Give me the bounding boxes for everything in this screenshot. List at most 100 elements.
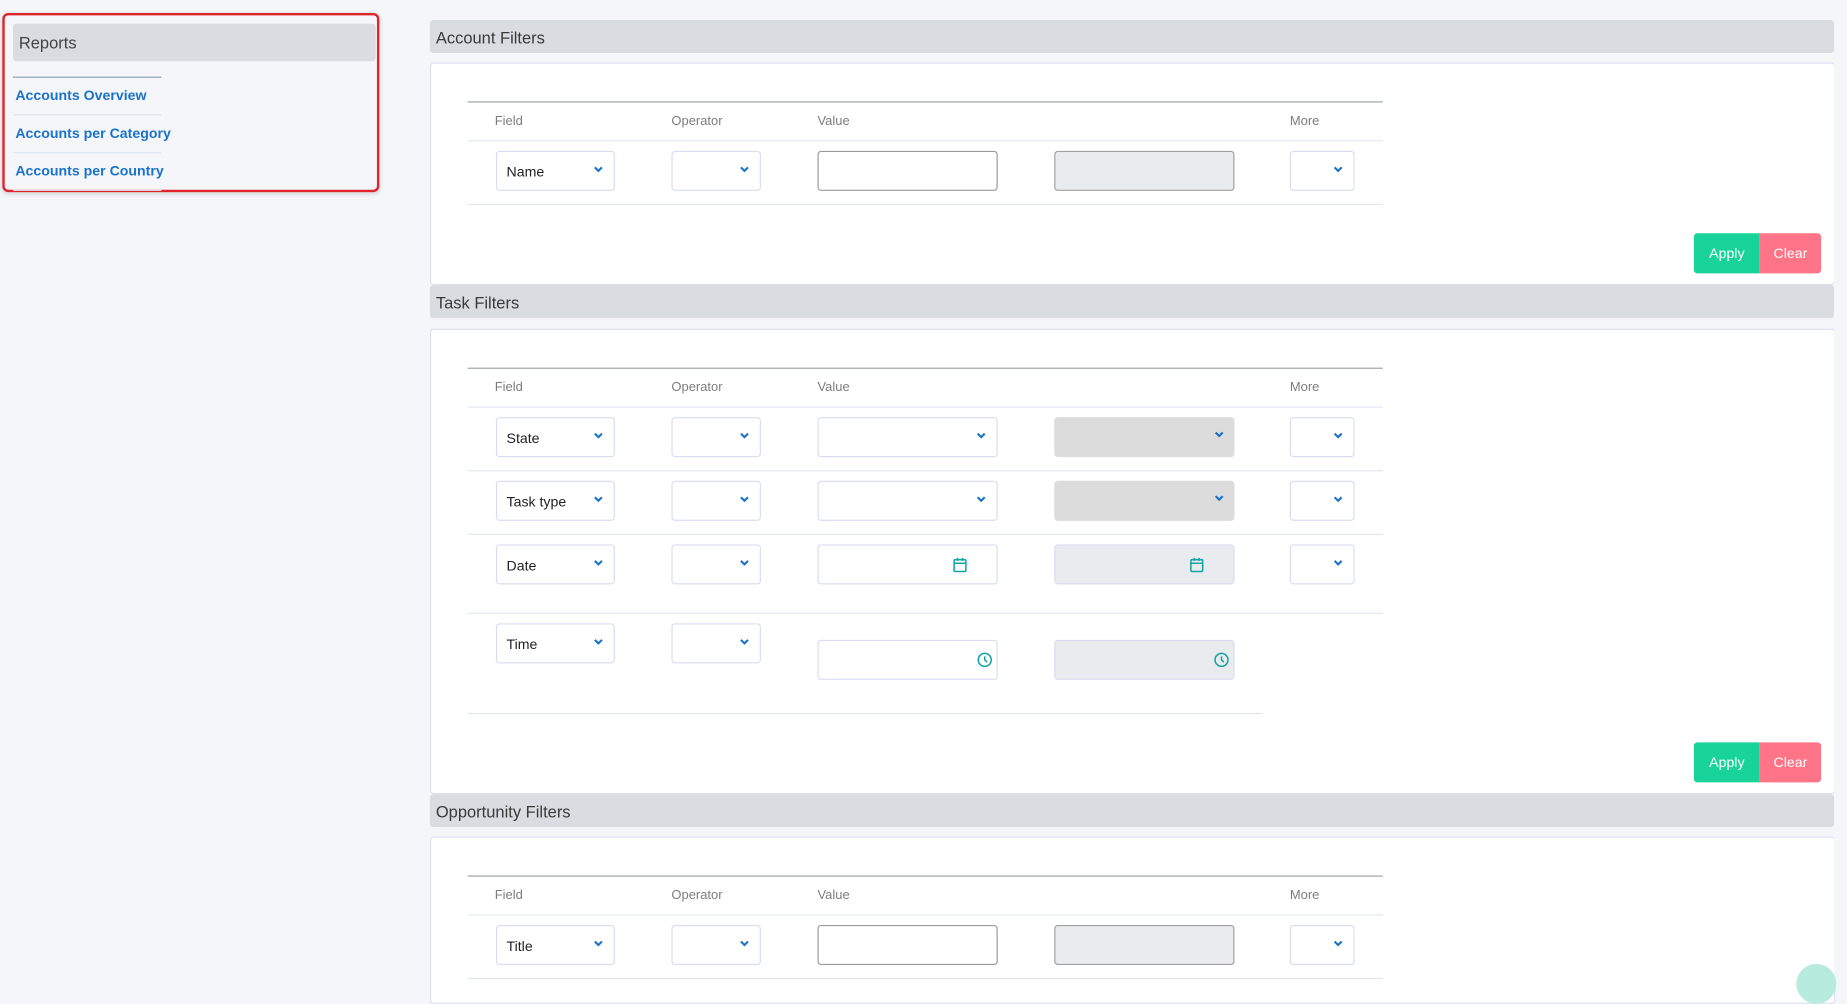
chevron-down-icon [1214, 431, 1224, 438]
chevron-down-icon [594, 560, 603, 566]
chevron-down-icon [1214, 495, 1224, 502]
time2-input-disabled [1054, 639, 1235, 680]
col-more: More [1289, 114, 1320, 129]
filter-row: Title [467, 916, 1383, 980]
account-apply-button[interactable]: Apply [1693, 233, 1760, 274]
chevron-down-icon [1333, 432, 1343, 439]
operator-select[interactable] [671, 544, 761, 585]
chevron-down-icon [740, 496, 749, 503]
page: Reports Accounts Overview Accounts per C… [0, 0, 1847, 1004]
field-select[interactable]: Task type [495, 480, 615, 521]
chevron-down-icon [594, 432, 603, 439]
account-filters-title: Account Filters [435, 28, 545, 48]
col-operator: Operator [671, 888, 723, 903]
field-select[interactable]: Time [495, 623, 615, 664]
more-select[interactable] [1289, 417, 1355, 458]
value2-select-disabled [1054, 480, 1235, 521]
col-field: Field [494, 888, 523, 903]
operator-select[interactable] [671, 480, 761, 521]
col-field: Field [494, 380, 523, 395]
chevron-down-icon [1333, 560, 1343, 566]
chevron-down-icon [740, 560, 749, 566]
more-select[interactable] [1289, 924, 1355, 966]
operator-select[interactable] [671, 623, 761, 664]
chevron-down-icon [740, 432, 749, 439]
clock-icon [1214, 652, 1229, 668]
calendar-icon [1190, 557, 1204, 573]
operator-select[interactable] [671, 417, 761, 458]
col-field: Field [494, 114, 523, 129]
col-value: Value [817, 888, 850, 903]
sidebar-link-accounts-per-category[interactable]: Accounts per Category [12, 115, 171, 154]
reports-sidebar: Reports Accounts Overview Accounts per C… [2, 12, 380, 193]
col-value: Value [817, 380, 850, 395]
sidebar-header: Reports [12, 23, 376, 62]
col-value: Value [817, 114, 850, 129]
calendar-icon[interactable] [952, 556, 968, 573]
col-operator: Operator [671, 380, 723, 395]
value-input[interactable] [817, 150, 998, 191]
chevron-down-icon [594, 639, 603, 645]
col-more: More [1289, 888, 1320, 903]
account-filter-table: Field Operator Value More Name [467, 101, 1383, 206]
operator-select[interactable] [671, 924, 761, 966]
chevron-down-icon [1333, 496, 1343, 503]
opportunity-filters-title: Opportunity Filters [435, 802, 571, 822]
row-divider [467, 712, 1263, 715]
field-select[interactable]: Title [495, 924, 615, 966]
account-clear-button[interactable]: Clear [1759, 233, 1822, 274]
filter-table-header: Field Operator Value More [467, 369, 1383, 408]
task-apply-button[interactable]: Apply [1693, 742, 1760, 783]
filter-row-date: Date [467, 535, 1383, 614]
chevron-down-icon [740, 639, 749, 645]
filter-table-header: Field Operator Value More [467, 877, 1383, 916]
value2-input-disabled [1054, 924, 1235, 966]
more-select[interactable] [1289, 480, 1355, 521]
filter-row: Name [467, 141, 1383, 206]
floating-help-button[interactable] [1796, 963, 1837, 1004]
task-filter-table: Field Operator Value More State Task typ… [467, 367, 1383, 715]
sidebar-links: Accounts Overview Accounts per Category … [12, 76, 171, 191]
chevron-down-icon [976, 432, 986, 439]
value2-input-disabled [1054, 150, 1235, 191]
chevron-down-icon [740, 940, 749, 947]
value-select[interactable] [817, 417, 998, 458]
chevron-down-icon [740, 166, 749, 173]
more-select[interactable] [1289, 150, 1355, 191]
page-scrollbar[interactable] [1834, 0, 1847, 978]
chevron-down-icon [1333, 940, 1343, 947]
sidebar-link-accounts-per-country[interactable]: Accounts per Country [12, 153, 164, 191]
date2-input-disabled [1054, 544, 1235, 585]
sidebar-link-accounts-overview[interactable]: Accounts Overview [12, 78, 162, 116]
task-filters-header: Task Filters [429, 285, 1835, 319]
value-input[interactable] [817, 924, 998, 966]
value2-select-disabled [1054, 417, 1235, 458]
account-filters-panel: Field Operator Value More Name Apply Cle… [429, 62, 1836, 286]
filter-row-state: State [467, 408, 1383, 472]
chevron-down-icon [976, 496, 986, 503]
time-input[interactable] [817, 639, 998, 680]
filter-row-task-type: Task type [467, 471, 1383, 535]
more-select[interactable] [1289, 544, 1355, 585]
date-input[interactable] [817, 544, 998, 585]
opportunity-filters-header: Opportunity Filters [429, 794, 1835, 828]
chevron-down-icon [594, 940, 603, 947]
chevron-down-icon [1333, 166, 1343, 173]
value-select[interactable] [817, 480, 998, 521]
field-select[interactable]: Name [495, 150, 615, 191]
task-filters-panel: Field Operator Value More State Task typ… [429, 328, 1836, 795]
chevron-down-icon [594, 496, 603, 503]
account-filters-header: Account Filters [429, 20, 1835, 54]
operator-select[interactable] [671, 150, 761, 191]
opportunity-filter-table: Field Operator Value More Title [467, 875, 1383, 980]
col-operator: Operator [671, 114, 723, 129]
field-select[interactable]: State [495, 417, 615, 458]
task-filters-title: Task Filters [435, 293, 520, 313]
opportunity-filters-panel: Field Operator Value More Title [429, 836, 1836, 1004]
col-more: More [1289, 380, 1320, 395]
task-clear-button[interactable]: Clear [1759, 742, 1822, 783]
clock-icon[interactable] [977, 652, 993, 668]
filter-row-time: Time [467, 614, 1383, 715]
field-select[interactable]: Date [495, 544, 615, 585]
chevron-down-icon [594, 166, 603, 173]
